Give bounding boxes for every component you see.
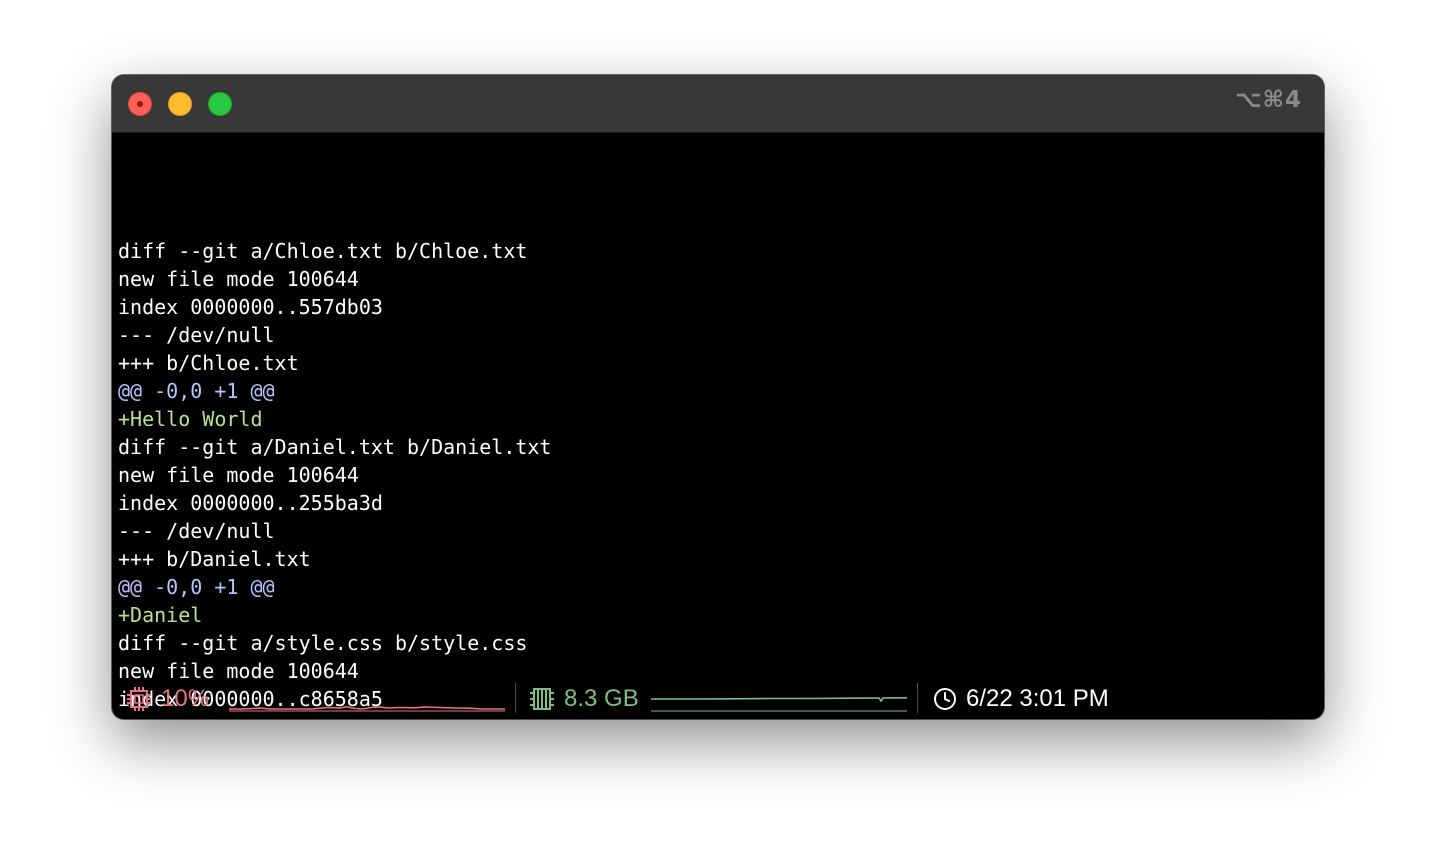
close-button[interactable] bbox=[128, 92, 152, 116]
status-divider bbox=[917, 683, 918, 713]
terminal-line: index 0000000..255ba3d bbox=[118, 491, 383, 515]
terminal-line: @@ -0,0 +1 @@ bbox=[118, 575, 275, 599]
terminal-line: diff --git a/Daniel.txt b/Daniel.txt bbox=[118, 435, 552, 459]
terminal-window[interactable]: ⌥⌘4 diff --git a/Chloe.txt b/Chloe.txt ne… bbox=[112, 75, 1324, 719]
close-icon bbox=[137, 101, 143, 107]
terminal-line: +++ b/Daniel.txt bbox=[118, 547, 311, 571]
terminal-line: --- /dev/null bbox=[118, 519, 275, 543]
terminal-output[interactable]: diff --git a/Chloe.txt b/Chloe.txt new fi… bbox=[118, 153, 1308, 719]
memory-icon bbox=[530, 688, 554, 710]
cpu-sparkline bbox=[229, 705, 505, 712]
terminal-line: diff --git a/style.css b/style.css bbox=[118, 631, 528, 655]
clock-datetime: 6/22 3:01 PM bbox=[966, 685, 1109, 712]
terminal-line: @@ -0,0 +1 @@ bbox=[118, 379, 275, 403]
memory-usage: 8.3 GB bbox=[564, 685, 639, 712]
window-shortcut: ⌥⌘4 bbox=[1235, 87, 1302, 113]
terminal-line: index 0000000..557db03 bbox=[118, 295, 383, 319]
title-bar[interactable]: ⌥⌘4 bbox=[112, 75, 1324, 133]
terminal-line: +++ b/Chloe.txt bbox=[118, 351, 299, 375]
terminal-line: new file mode 100644 bbox=[118, 267, 359, 291]
status-bar: 10% 8.3 GB 6/22 3:01 PM bbox=[112, 678, 1324, 718]
terminal-line: +Hello World bbox=[118, 407, 263, 431]
terminal-line: +Daniel bbox=[118, 603, 203, 627]
terminal-line: new file mode 100644 bbox=[118, 463, 359, 487]
cpu-usage: 10% bbox=[161, 685, 210, 712]
minimize-button[interactable] bbox=[168, 92, 192, 116]
terminal-line: --- /dev/null bbox=[118, 323, 275, 347]
clock-icon bbox=[934, 688, 956, 710]
cpu-icon bbox=[127, 687, 151, 711]
memory-sparkline bbox=[651, 697, 907, 712]
terminal-line: diff --git a/Chloe.txt b/Chloe.txt bbox=[118, 239, 528, 263]
maximize-button[interactable] bbox=[208, 92, 232, 116]
status-divider bbox=[515, 683, 516, 713]
